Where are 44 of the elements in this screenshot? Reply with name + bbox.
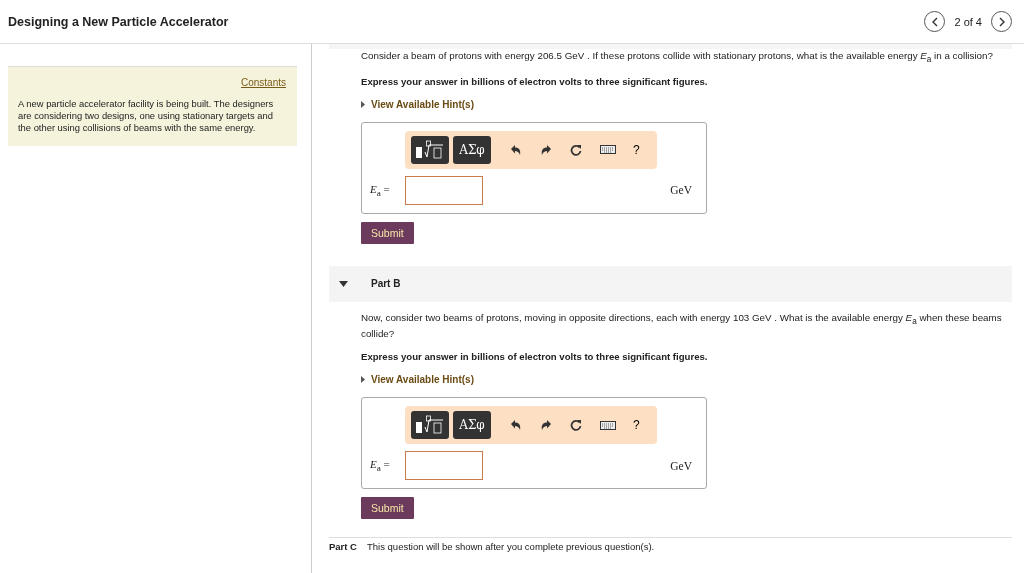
redo-icon[interactable] xyxy=(540,419,552,432)
template-button[interactable] xyxy=(411,411,449,440)
chevron-left-icon xyxy=(930,16,939,27)
answer-input[interactable] xyxy=(405,451,483,481)
caret-right-icon xyxy=(361,376,365,384)
undo-icon[interactable] xyxy=(510,144,522,156)
submit-button[interactable]: Submit xyxy=(361,497,414,520)
symbols-button[interactable]: ΑΣφ xyxy=(453,411,491,440)
reset-icon[interactable] xyxy=(570,419,582,432)
redo-icon[interactable] xyxy=(540,144,552,156)
next-button[interactable] xyxy=(991,11,1012,32)
variable-label: E$_{a}$ = xyxy=(370,458,391,474)
hint-link[interactable]: View Available Hint(s) xyxy=(361,99,1012,110)
page-position: 2 of 4 xyxy=(954,15,982,28)
unit-label: GeV xyxy=(670,459,692,472)
variable-label: E$_{a}$ = xyxy=(370,182,391,199)
part-label: Part C xyxy=(329,540,357,554)
answer-input[interactable] xyxy=(405,176,483,205)
keyboard-icon[interactable] xyxy=(600,145,616,155)
symbols-button[interactable]: ΑΣφ xyxy=(453,136,491,164)
question-text: Consider a beam of protons with energy 206.5 GeV . If these protons collide with stationary protons, what is the available energy E$_{a}$ in a collision? xyxy=(361,49,994,65)
caret-down-icon xyxy=(339,281,348,287)
question-text: Now, consider two beams of protons, moving in opposite directions, each with energy 103 GeV . What is the available energy E$_{a}$ when these beams collide? xyxy=(361,311,1003,341)
fraction-root-icon xyxy=(415,415,445,436)
page-title: Designing a New Particle Accelerator xyxy=(8,14,229,29)
help-button[interactable]: ? xyxy=(633,418,640,433)
previous-button[interactable] xyxy=(924,11,946,32)
locked-note: This question will be shown after you complete previous question(s). xyxy=(367,540,655,554)
chevron-right-icon xyxy=(997,16,1006,27)
caret-right-icon xyxy=(361,101,365,108)
instruction-text: Express your answer in billions of electron volts to three significant figures. xyxy=(361,351,709,363)
help-button[interactable]: ? xyxy=(633,143,640,157)
part-header[interactable]: Part B xyxy=(329,266,1012,302)
instruction-text: Express your answer in billions of electron volts to three significant figures. xyxy=(361,76,709,87)
keyboard-icon[interactable] xyxy=(600,420,616,430)
reset-icon[interactable] xyxy=(570,144,582,156)
problem-intro: A new particle accelerator facility is being built. The designers are considering two designs, one using stationary targets and the other using collisions of beams with the same energy. xyxy=(18,98,275,135)
fraction-root-icon xyxy=(415,140,445,160)
submit-button[interactable]: Submit xyxy=(361,222,414,244)
undo-icon[interactable] xyxy=(510,419,522,432)
unit-label: GeV xyxy=(670,184,692,197)
template-button[interactable] xyxy=(411,136,449,164)
hint-link[interactable]: View Available Hint(s) xyxy=(361,374,1012,386)
constants-link[interactable]: Constants xyxy=(240,77,286,88)
